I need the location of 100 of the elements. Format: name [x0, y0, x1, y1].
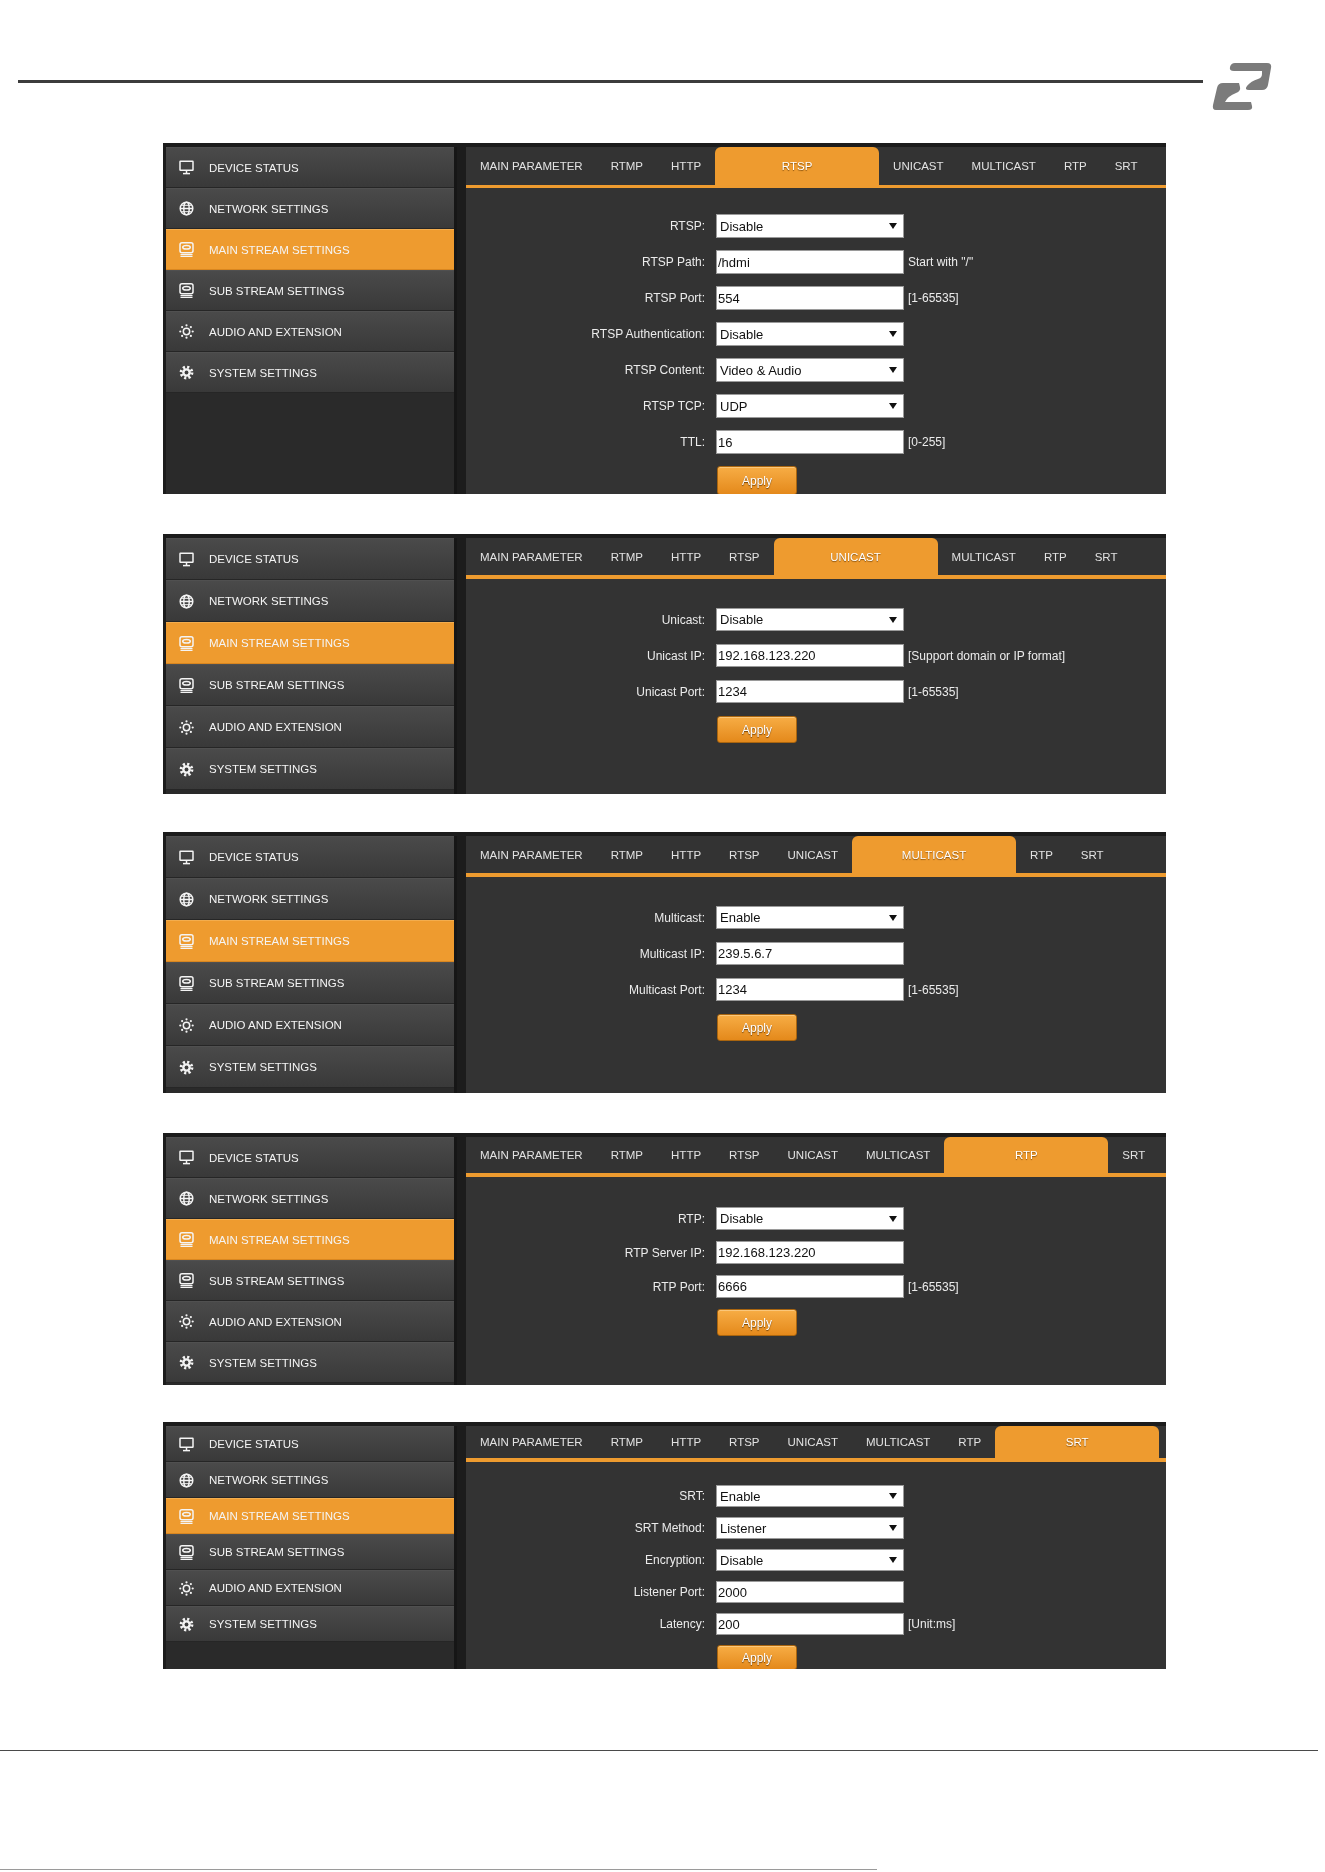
sidebar-item[interactable]: AUDIO AND EXTENSION	[166, 311, 454, 352]
tab[interactable]: MULTICAST	[937, 538, 1030, 575]
sidebar-item[interactable]: SYSTEM SETTINGS	[166, 1342, 454, 1383]
sidebar-item[interactable]: SYSTEM SETTINGS	[166, 1606, 454, 1642]
sidebar-item[interactable]: NETWORK SETTINGS	[166, 1178, 454, 1219]
text-field[interactable]: 192.168.123.220	[716, 1241, 904, 1264]
tab[interactable]: RTSP	[715, 538, 774, 575]
drive-icon	[179, 975, 194, 991]
sidebar-item[interactable]: NETWORK SETTINGS	[166, 580, 454, 622]
text-field[interactable]: 2000	[716, 1581, 904, 1603]
text-field[interactable]: 1234	[716, 680, 904, 703]
globe-icon	[179, 891, 194, 907]
sidebar-item[interactable]: SYSTEM SETTINGS	[166, 352, 454, 393]
settings-icon	[179, 761, 194, 777]
text-field[interactable]: 554	[716, 286, 904, 310]
field-label: Multicast IP:	[638, 946, 706, 961]
tab[interactable]: MAIN PARAMETER	[466, 1137, 597, 1173]
sidebar-item[interactable]: SUB STREAM SETTINGS	[166, 270, 454, 311]
tab[interactable]: SRT	[1066, 836, 1118, 873]
tab[interactable]: RTP	[1029, 538, 1081, 575]
sidebar-item[interactable]: DEVICE STATUS	[166, 1426, 454, 1462]
sidebar-item[interactable]: DEVICE STATUS	[166, 1137, 454, 1178]
tab[interactable]: RTP	[1016, 836, 1067, 873]
tab[interactable]: SRT	[1100, 147, 1152, 185]
drive-icon	[179, 635, 194, 651]
tab[interactable]: HTTP	[657, 538, 716, 575]
hint-text: Start with "/"	[907, 255, 974, 269]
field-label: RTP:	[676, 1211, 706, 1226]
sidebar-item[interactable]: AUDIO AND EXTENSION	[166, 1570, 454, 1606]
text-field[interactable]: 239.5.6.7	[716, 942, 904, 965]
field-label: SRT Method:	[633, 1521, 706, 1535]
sidebar-item[interactable]: DEVICE STATUS	[166, 538, 454, 580]
tab[interactable]: SRT	[1108, 1137, 1160, 1173]
tab[interactable]: UNICAST	[879, 147, 958, 185]
tab[interactable]: MULTICAST	[852, 1137, 945, 1173]
tab[interactable]: HTTP	[657, 1137, 716, 1173]
tab[interactable]: RTSP	[715, 1426, 774, 1458]
field-label: RTSP Content:	[623, 363, 706, 377]
text-field[interactable]: 200	[716, 1613, 904, 1635]
tab[interactable]: UNICAST	[773, 1137, 853, 1173]
sidebar-item[interactable]: SUB STREAM SETTINGS	[166, 1534, 454, 1570]
sidebar-item[interactable]: DEVICE STATUS	[166, 147, 454, 188]
drive-icon	[179, 1508, 194, 1524]
tab[interactable]: MAIN PARAMETER	[466, 836, 597, 873]
field-label: RTP Port:	[651, 1279, 706, 1294]
sidebar-item[interactable]: SUB STREAM SETTINGS	[166, 1260, 454, 1301]
settings-icon	[179, 1355, 194, 1370]
tab[interactable]: SRT	[1080, 538, 1132, 575]
sidebar-item[interactable]: AUDIO AND EXTENSION	[166, 1004, 454, 1046]
text-field[interactable]: 192.168.123.220	[716, 644, 904, 667]
monitor-icon	[179, 551, 194, 567]
text-field[interactable]: /hdmi	[716, 250, 904, 274]
dropdown[interactable]: Disable	[716, 1549, 904, 1571]
sidebar-item[interactable]: AUDIO AND EXTENSION	[166, 706, 454, 748]
caret-icon	[889, 367, 897, 373]
dropdown[interactable]: Disable	[716, 214, 904, 238]
text-field[interactable]: 6666	[716, 1275, 904, 1298]
field-label: Encryption:	[643, 1553, 706, 1567]
sidebar-item[interactable]: AUDIO AND EXTENSION	[166, 1301, 454, 1342]
globe-icon	[179, 593, 194, 609]
sidebar-item[interactable]: SUB STREAM SETTINGS	[166, 664, 454, 706]
tab[interactable]: HTTP	[657, 147, 716, 185]
sidebar-item[interactable]: SUB STREAM SETTINGS	[166, 962, 454, 1004]
dropdown[interactable]: UDP	[716, 394, 904, 418]
dropdown[interactable]: Enable	[716, 906, 904, 929]
tab[interactable]: UNICAST	[773, 836, 853, 873]
tab[interactable]: RTMP	[596, 1137, 658, 1173]
tab[interactable]: RTSP	[715, 836, 774, 873]
tab[interactable]: MAIN PARAMETER	[466, 147, 597, 185]
drive-icon	[179, 677, 194, 693]
dropdown[interactable]: Disable	[716, 608, 904, 631]
dropdown[interactable]: Disable	[716, 322, 904, 346]
text-field[interactable]: 16	[716, 430, 904, 454]
tab[interactable]: RTMP	[596, 1426, 658, 1458]
sidebar-item[interactable]: NETWORK SETTINGS	[166, 1462, 454, 1498]
sidebar-item[interactable]: SYSTEM SETTINGS	[166, 1046, 454, 1088]
sidebar-item[interactable]: DEVICE STATUS	[166, 836, 454, 878]
dotted-ring-icon	[179, 324, 194, 339]
tab[interactable]: MULTICAST	[852, 1426, 945, 1458]
tab[interactable]: RTMP	[596, 538, 658, 575]
sidebar-item[interactable]: NETWORK SETTINGS	[166, 878, 454, 920]
text-field[interactable]: 1234	[716, 978, 904, 1001]
sidebar-item[interactable]: NETWORK SETTINGS	[166, 188, 454, 229]
tab[interactable]: RTSP	[715, 1137, 774, 1173]
tab[interactable]: UNICAST	[773, 1426, 853, 1458]
dropdown[interactable]: Video & Audio	[716, 358, 904, 382]
dotted-ring-icon	[179, 1580, 194, 1596]
dropdown[interactable]: Listener	[716, 1517, 904, 1539]
tab[interactable]: HTTP	[657, 836, 716, 873]
tab[interactable]: HTTP	[657, 1426, 716, 1458]
tab[interactable]: MULTICAST	[957, 147, 1050, 185]
tab[interactable]: RTMP	[596, 836, 658, 873]
tab[interactable]: RTMP	[596, 147, 658, 185]
dropdown[interactable]: Disable	[716, 1207, 904, 1230]
tab[interactable]: MAIN PARAMETER	[466, 538, 597, 575]
dropdown[interactable]: Enable	[716, 1485, 904, 1507]
tab[interactable]: MAIN PARAMETER	[466, 1426, 597, 1458]
tab[interactable]: RTP	[1049, 147, 1101, 185]
tab[interactable]: RTP	[944, 1426, 996, 1458]
sidebar-item[interactable]: SYSTEM SETTINGS	[166, 748, 454, 790]
